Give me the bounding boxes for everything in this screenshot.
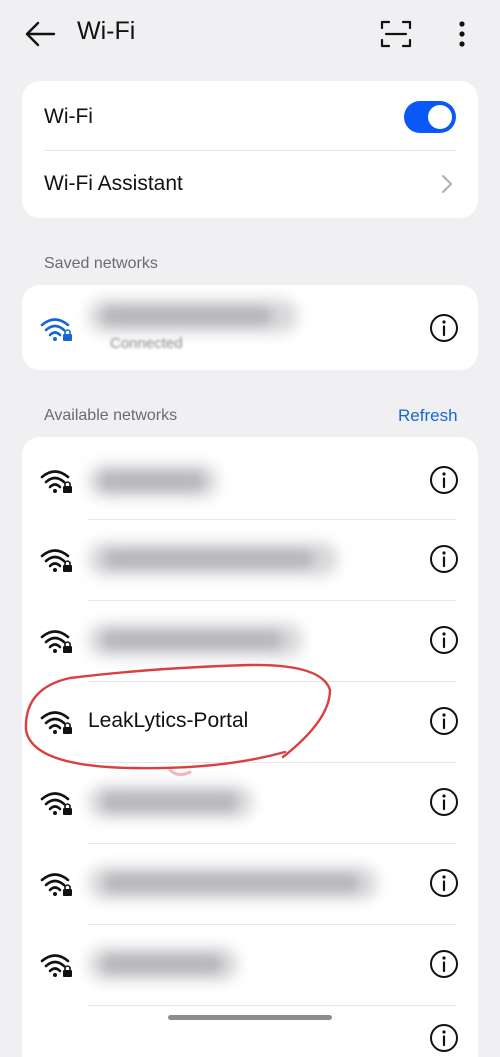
redaction-blur — [102, 793, 237, 811]
wifi-signal-connected-icon — [40, 318, 72, 341]
refresh-button[interactable]: Refresh — [398, 406, 458, 426]
network-row[interactable] — [22, 763, 478, 843]
saved-networks-card: Connected — [22, 285, 478, 370]
connection-status: Connected — [110, 335, 183, 352]
network-row[interactable] — [22, 437, 478, 518]
network-row[interactable] — [22, 844, 478, 924]
scan-qr-icon — [380, 20, 412, 48]
home-indicator[interactable] — [168, 1015, 332, 1020]
network-row[interactable] — [22, 925, 478, 1005]
redaction-blur — [102, 955, 222, 973]
wifi-signal-locked-icon — [40, 711, 72, 734]
network-row-leaklytics-portal[interactable]: LeakLytics-Portal — [22, 682, 478, 762]
network-row[interactable] — [22, 601, 478, 681]
info-icon[interactable] — [428, 867, 460, 899]
info-icon[interactable] — [428, 464, 460, 496]
network-row[interactable] — [22, 520, 478, 600]
toggle-knob — [428, 105, 452, 129]
wifi-signal-locked-icon — [40, 470, 72, 493]
chevron-right-icon — [442, 175, 452, 193]
wifi-settings-card: Wi-Fi Wi-Fi Assistant — [22, 81, 478, 218]
saved-networks-heading: Saved networks — [44, 255, 158, 272]
wifi-signal-locked-icon — [40, 630, 72, 653]
wifi-signal-locked-icon — [40, 792, 72, 815]
wifi-toggle-switch[interactable] — [404, 101, 456, 133]
scan-qr-button[interactable] — [376, 14, 416, 54]
available-networks-heading: Available networks — [44, 407, 178, 424]
info-icon[interactable] — [428, 624, 460, 656]
back-button[interactable] — [20, 14, 60, 54]
info-icon[interactable] — [428, 786, 460, 818]
info-icon[interactable] — [428, 1022, 460, 1054]
more-vertical-icon — [459, 21, 465, 47]
info-icon[interactable] — [428, 705, 460, 737]
wifi-signal-locked-icon — [40, 873, 72, 896]
wifi-toggle-row[interactable]: Wi-Fi — [22, 81, 478, 151]
redaction-blur — [100, 472, 204, 490]
redaction-blur — [104, 874, 359, 892]
info-icon[interactable] — [428, 543, 460, 575]
wifi-signal-locked-icon — [40, 549, 72, 572]
wifi-assistant-row[interactable]: Wi-Fi Assistant — [22, 151, 478, 218]
network-name: LeakLytics-Portal — [88, 709, 249, 732]
wifi-signal-locked-icon — [40, 954, 72, 977]
top-app-bar: Wi-Fi — [0, 0, 500, 70]
wifi-label: Wi-Fi — [44, 105, 93, 128]
info-icon[interactable] — [428, 312, 460, 344]
available-networks-card: LeakLytics-Portal — [22, 437, 478, 1057]
arrow-left-icon — [25, 21, 56, 47]
info-icon[interactable] — [428, 948, 460, 980]
network-row[interactable] — [22, 1006, 478, 1057]
redaction-blur — [102, 631, 282, 649]
redaction-blur — [104, 550, 314, 568]
redaction-blur — [102, 307, 272, 325]
more-options-button[interactable] — [442, 14, 482, 54]
page-title: Wi-Fi — [77, 17, 136, 45]
saved-network-row[interactable]: Connected — [22, 285, 478, 370]
wifi-assistant-label: Wi-Fi Assistant — [44, 172, 183, 195]
